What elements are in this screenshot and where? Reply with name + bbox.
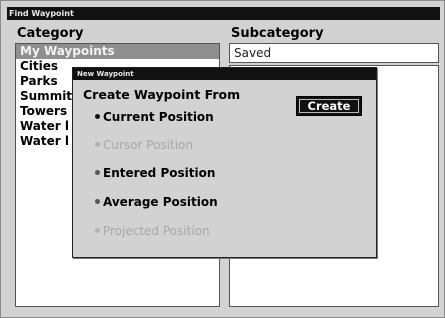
window-title: Find Waypoint <box>7 7 440 20</box>
option-label: Cursor Position <box>103 138 193 152</box>
subcategory-field[interactable]: Saved <box>229 43 439 63</box>
radio-icon <box>95 228 100 233</box>
create-button[interactable]: Create <box>296 96 362 116</box>
option-average-position[interactable]: Average Position <box>95 195 218 209</box>
option-label: Entered Position <box>103 166 216 180</box>
dialog-heading: Create Waypoint From <box>83 87 241 102</box>
radio-icon <box>95 199 100 204</box>
subcategory-header: Subcategory <box>231 26 324 41</box>
new-waypoint-dialog: New Waypoint Create Waypoint From Create… <box>72 67 377 258</box>
radio-icon <box>95 142 100 147</box>
option-label: Average Position <box>103 195 218 209</box>
option-entered-position[interactable]: Entered Position <box>95 166 215 180</box>
find-waypoint-window: Find Waypoint Category Subcategory My Wa… <box>0 0 445 318</box>
option-label: Projected Position <box>103 224 210 238</box>
category-header: Category <box>17 26 84 41</box>
radio-icon <box>95 170 100 175</box>
option-projected-position: Projected Position <box>95 224 210 238</box>
category-item-my-waypoints[interactable]: My Waypoints <box>16 44 219 59</box>
option-current-position[interactable]: Current Position <box>95 110 214 124</box>
dialog-title: New Waypoint <box>73 68 376 80</box>
option-label: Current Position <box>103 110 214 124</box>
option-cursor-position: Cursor Position <box>95 138 193 152</box>
radio-selected-icon <box>95 114 100 119</box>
